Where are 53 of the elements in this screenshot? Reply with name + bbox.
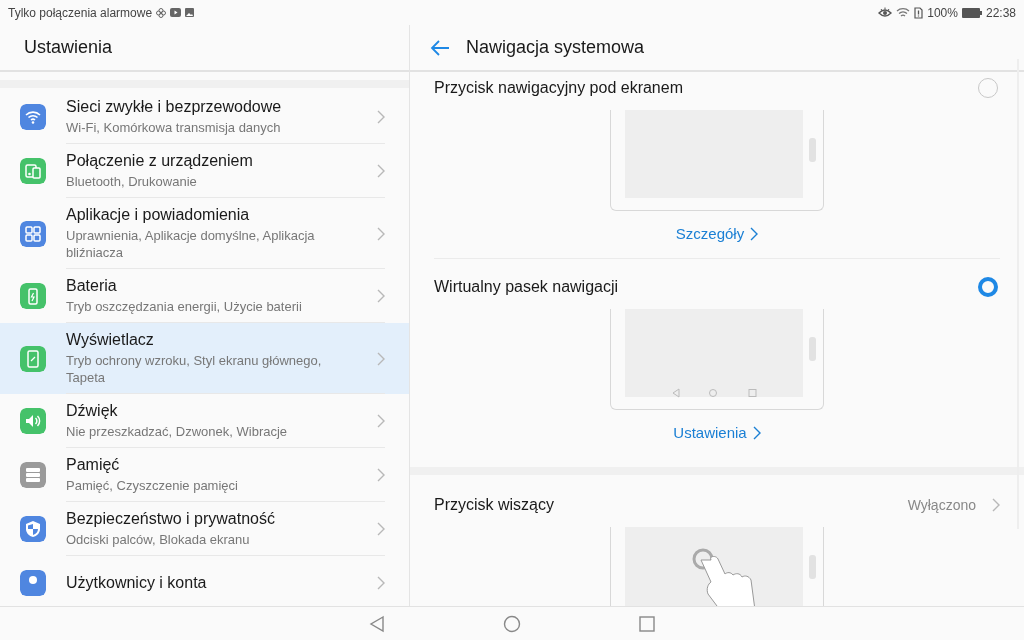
item-subtitle: Pamięć, Czyszczenie pamięci: [66, 477, 239, 494]
back-button[interactable]: [430, 39, 450, 56]
item-title: Bezpieczeństwo i prywatność: [66, 510, 276, 528]
chevron-icon: [377, 164, 385, 178]
item-title: Dźwięk: [66, 402, 119, 420]
chevron-icon: [750, 226, 759, 241]
item-subtitle: Wi-Fi, Komórkowa transmisja danych: [66, 119, 282, 136]
item-title: Bateria: [66, 277, 118, 295]
eye-icon: [878, 6, 893, 19]
item-subtitle: Odciski palców, Blokada ekranu: [66, 531, 251, 548]
settings-item[interactable]: Wyświetlacz Tryb ochrony wzroku, Styl ekranu głównego, Tapeta: [0, 323, 409, 394]
option-link[interactable]: Szczegóły: [675, 225, 759, 242]
chevron-icon: [377, 351, 385, 366]
item-subtitle: Nie przeszkadzać, Dzwonek, Wibracje: [66, 423, 289, 440]
image-icon: [185, 8, 195, 17]
option-label: Przycisk nawigacyjny pod ekranem: [434, 79, 684, 97]
chevron-icon: [992, 498, 1000, 512]
chevron-icon: [377, 414, 385, 428]
home-button[interactable]: [503, 615, 521, 633]
chevron-icon: [377, 522, 385, 536]
sim-alert-icon: [914, 6, 924, 19]
item-title: Wyświetlacz: [66, 331, 155, 349]
item-subtitle: Tryb oszczędzania energii, Użycie baterii: [66, 298, 303, 315]
item-subtitle: Bluetooth, Drukowanie: [66, 173, 198, 190]
radio-button[interactable]: [978, 277, 998, 297]
battery-percentage: 100%: [927, 5, 958, 20]
option-label: Wirtualny pasek nawigacji: [434, 278, 620, 296]
item-title: Sieci zwykłe i bezprzewodowe: [66, 98, 283, 116]
battery-icon: [961, 7, 982, 18]
flower-icon: [156, 7, 167, 18]
option-value-link[interactable]: Wyłączono: [907, 497, 1000, 513]
item-title: Użytkownicy i konta: [66, 574, 208, 592]
wifi-icon: [896, 7, 911, 18]
chevron-icon: [377, 468, 385, 482]
page-title: Nawigacja systemowa: [466, 37, 645, 58]
item-title: Aplikacje i powiadomienia: [66, 206, 251, 224]
video-icon: [170, 8, 182, 17]
chevron-icon: [377, 289, 385, 303]
option-link[interactable]: Ustawienia: [673, 424, 761, 441]
clock-time: 22:38: [985, 5, 1016, 20]
item-subtitle: Uprawnienia, Aplikacje domyślne, Aplikacja bliźniacza: [66, 227, 316, 261]
option-label: Przycisk wiszący: [434, 496, 555, 514]
recents-button[interactable]: [639, 616, 655, 632]
chevron-icon: [377, 110, 385, 124]
back-nav-button[interactable]: [369, 615, 385, 633]
notification-text: Tylko połączenia alarmowe: [8, 5, 153, 20]
chevron-icon: [377, 226, 385, 241]
chevron-icon: [377, 576, 385, 590]
item-subtitle: Tryb ochrony wzroku, Styl ekranu głównego, Tapeta: [66, 352, 323, 386]
item-title: Pamięć: [66, 456, 121, 474]
chevron-icon: [752, 425, 761, 440]
panel-title: Ustawienia: [24, 37, 113, 58]
item-title: Połączenie z urządzeniem: [66, 152, 254, 170]
